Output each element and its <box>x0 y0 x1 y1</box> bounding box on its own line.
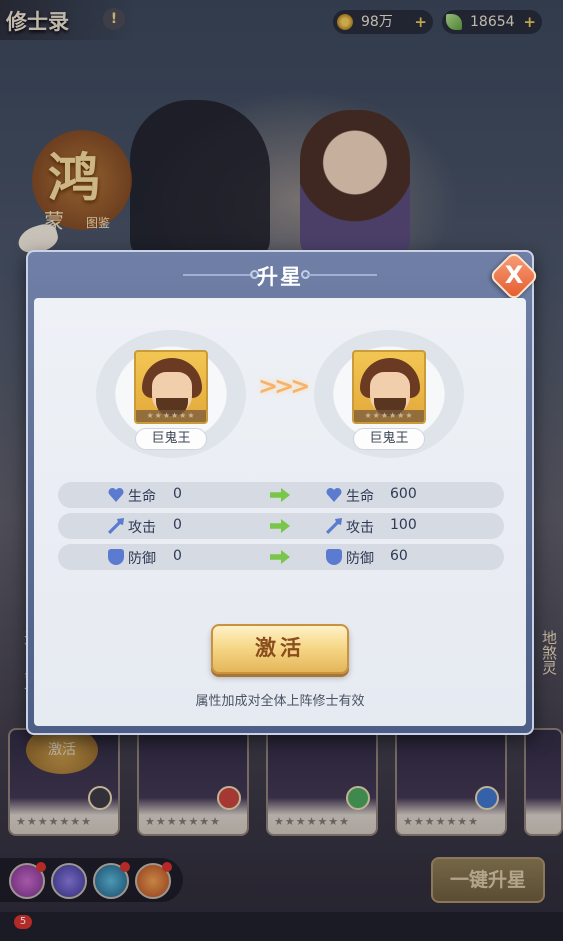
stat-before: 0 <box>173 486 182 502</box>
modal-body: ★★★★★★ >>> ★★★★★★ 巨鬼王 巨鬼王 生命 0 生命 600 攻击… <box>34 298 526 726</box>
upgrade-arrow-icon: >>> <box>258 372 310 400</box>
hero-name-after: 巨鬼王 <box>353 428 425 450</box>
heart-icon <box>326 487 342 503</box>
stat-label: 防御 <box>128 551 156 567</box>
stat-row-hp: 生命 0 生命 600 <box>58 482 504 508</box>
heart-icon <box>108 487 124 503</box>
shield-icon <box>108 549 124 565</box>
hero-portrait-after[interactable]: ★★★★★★ <box>352 350 426 424</box>
star-up-modal: 升星 X ★★★★★★ >>> ★★★★★★ 巨鬼王 巨鬼王 生命 0 生命 6… <box>26 250 540 735</box>
sword-icon <box>326 518 342 534</box>
activate-button[interactable]: 激活 <box>211 624 349 674</box>
hint-text: 属性加成对全体上阵修士有效 <box>195 694 365 709</box>
green-arrow-icon <box>270 550 290 564</box>
green-arrow-icon <box>270 519 290 533</box>
stat-label: 生命 <box>346 489 374 505</box>
close-icon[interactable]: X <box>503 260 525 290</box>
stat-after: 100 <box>390 517 417 533</box>
stat-row-attack: 攻击 0 攻击 100 <box>58 513 504 539</box>
stat-after: 60 <box>390 548 408 564</box>
title-deco-line <box>307 274 377 276</box>
shield-icon <box>326 549 342 565</box>
stat-label: 攻击 <box>346 520 374 536</box>
stat-before: 0 <box>173 517 182 533</box>
portrait-stars: ★★★★★★ <box>136 410 206 422</box>
sword-icon <box>108 518 124 534</box>
portrait-stars: ★★★★★★ <box>354 410 424 422</box>
modal-title: 升星 <box>257 265 303 289</box>
stat-after: 600 <box>390 486 417 502</box>
stat-label: 防御 <box>346 551 374 567</box>
stat-before: 0 <box>173 548 182 564</box>
modal-header: 升星 <box>28 252 532 300</box>
hero-name-before: 巨鬼王 <box>135 428 207 450</box>
stat-row-defense: 防御 0 防御 60 <box>58 544 504 570</box>
green-arrow-icon <box>270 488 290 502</box>
hero-portrait-before[interactable]: ★★★★★★ <box>134 350 208 424</box>
stat-label: 生命 <box>128 489 156 505</box>
stat-label: 攻击 <box>128 520 156 536</box>
